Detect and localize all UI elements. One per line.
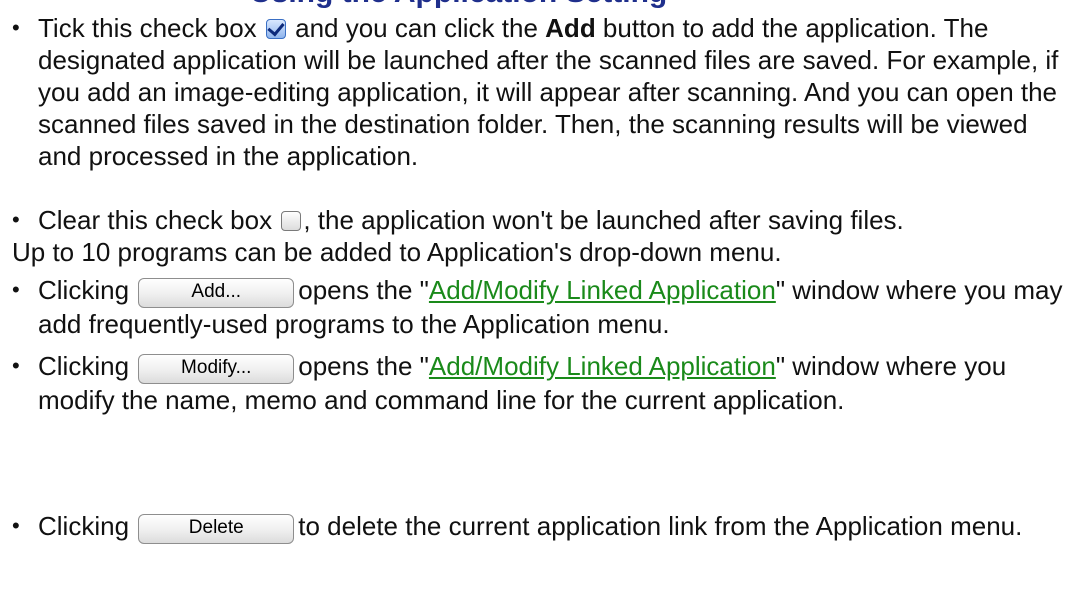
help-page: Using the Application Setting • Tick thi…: [0, 0, 1076, 589]
list-item-text: Clicking Add... opens the "Add/Modify Lin…: [38, 275, 1063, 339]
list-item-text: Clear this check box , the application w…: [38, 205, 904, 235]
list-item-text: Clicking Modify... opens the "Add/Modify …: [38, 351, 1007, 415]
section-heading: Using the Application Setting: [250, 0, 667, 10]
add-modify-linked-application-link[interactable]: Add/Modify Linked Application: [429, 275, 776, 305]
add-bold-label: Add: [545, 13, 596, 43]
unchecked-checkbox-icon: [281, 211, 302, 231]
list-item-modify: • Clicking Modify... opens the "Add/Modif…: [12, 350, 1072, 416]
add-modify-linked-application-link[interactable]: Add/Modify Linked Application: [429, 351, 776, 381]
add-button[interactable]: Add...: [138, 278, 295, 308]
bullet: •: [12, 277, 20, 302]
bullet: •: [12, 15, 20, 40]
list-item-tick: • Tick this check box and you can click …: [12, 12, 1072, 172]
list-item-text: Tick this check box and you can click th…: [38, 13, 1059, 171]
bullet: •: [12, 207, 20, 232]
bullet: •: [12, 353, 20, 378]
list-item-text: Clicking Delete to delete the current app…: [38, 510, 1072, 544]
list-item-add: • Clicking Add... opens the "Add/Modify L…: [12, 274, 1072, 340]
list-item-delete: • Clicking Delete to delete the current a…: [12, 510, 1072, 544]
delete-button[interactable]: Delete: [138, 514, 295, 544]
modify-button[interactable]: Modify...: [138, 354, 295, 384]
note-text: Up to 10 programs can be added to Applic…: [12, 237, 782, 267]
bullet: •: [12, 513, 20, 538]
checked-checkbox-icon: [265, 19, 286, 39]
list-item-clear: • Clear this check box , the application…: [12, 204, 1072, 236]
